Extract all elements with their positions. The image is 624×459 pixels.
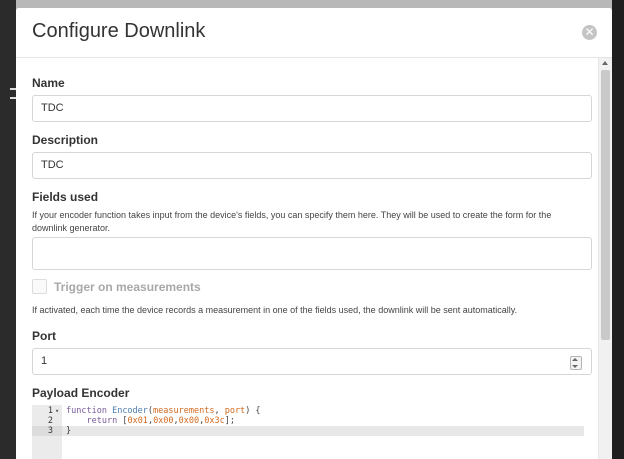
fields-used-help: If your encoder function takes input fro…: [32, 210, 552, 233]
name-label: Name: [32, 76, 65, 90]
name-input[interactable]: TDC: [32, 95, 592, 122]
trigger-label[interactable]: Trigger on measurements: [54, 280, 201, 294]
code-line: return [0x01,0x00,0x00,0x3c];: [86, 416, 236, 426]
port-input[interactable]: 1: [32, 348, 592, 375]
trigger-help: If activated, each time the device recor…: [32, 305, 518, 315]
scroll-up-icon[interactable]: [602, 61, 608, 65]
active-line-highlight: [32, 426, 584, 436]
stepper-up-icon[interactable]: [572, 358, 578, 361]
fields-used-input[interactable]: [32, 237, 592, 270]
payload-encoder-label: Payload Encoder: [32, 386, 130, 400]
port-label: Port: [32, 329, 56, 343]
dialog-scrollbar[interactable]: [598, 58, 612, 459]
fields-used-label: Fields used: [32, 190, 99, 204]
code-line: function Encoder(measurements, port) {: [66, 406, 261, 416]
scrollbar-thumb[interactable]: [601, 70, 610, 340]
background-page-right: [612, 0, 624, 459]
line-number: 1: [47, 406, 53, 416]
dialog-title: Configure Downlink: [32, 20, 206, 42]
port-stepper[interactable]: [570, 356, 582, 370]
close-icon[interactable]: ✕: [582, 25, 597, 40]
line-number: 3: [47, 426, 53, 436]
code-editor[interactable]: 1 ▾ 2 3 function Encoder(measurements, p…: [32, 405, 584, 459]
code-line: }: [66, 426, 72, 436]
description-input[interactable]: TDC: [32, 152, 592, 179]
description-label: Description: [32, 133, 99, 147]
configure-downlink-dialog: Configure Downlink ✕ Name TDC Descriptio…: [16, 8, 612, 459]
dialog-body: Name TDC Description TDC Fields used If …: [16, 58, 598, 459]
line-number: 2: [47, 416, 53, 426]
port-value: 1: [41, 355, 48, 367]
background-page: [0, 0, 16, 459]
fold-icon[interactable]: ▾: [55, 406, 59, 416]
stepper-down-icon[interactable]: [572, 365, 578, 368]
trigger-checkbox[interactable]: [32, 279, 47, 294]
dialog-header: Configure Downlink ✕: [16, 8, 612, 58]
